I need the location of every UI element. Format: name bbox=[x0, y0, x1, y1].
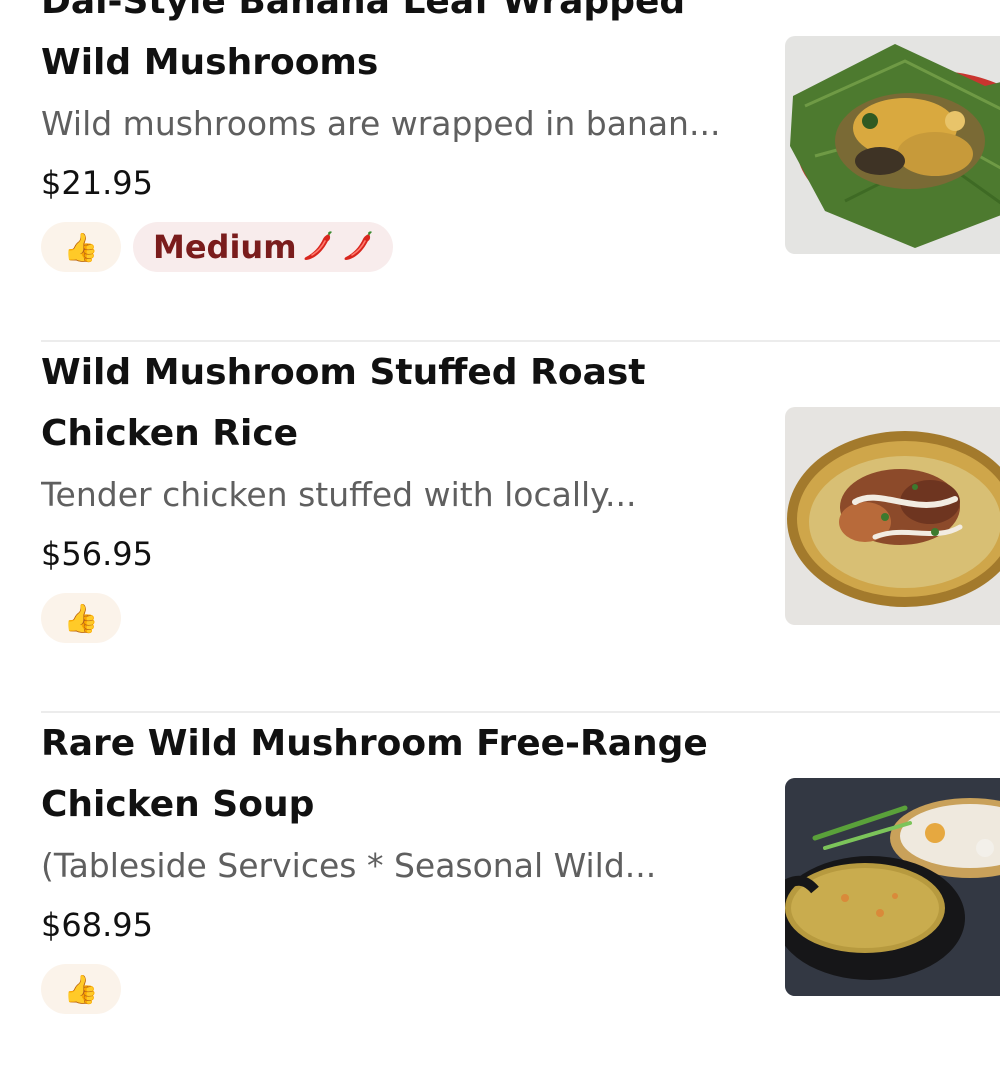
chili-pepper-icon bbox=[344, 231, 372, 260]
menu-item[interactable]: Dai-Style Banana Leaf Wrapped Wild Mushr… bbox=[0, 0, 1000, 342]
item-title: Dai-Style Banana Leaf Wrapped Wild Mushr… bbox=[41, 0, 686, 83]
item-price: $21.95 bbox=[41, 164, 153, 202]
recommended-badge: 👍 bbox=[41, 964, 121, 1014]
badge-row: 👍 Medium bbox=[41, 222, 741, 272]
item-price: $68.95 bbox=[41, 906, 153, 944]
spice-level-badge: Medium bbox=[133, 222, 393, 272]
item-photo[interactable] bbox=[785, 407, 1000, 625]
item-description: Wild mushrooms are wrapped in banan... bbox=[41, 104, 721, 143]
item-photo[interactable] bbox=[785, 778, 1000, 996]
badge-row: 👍 bbox=[41, 593, 741, 643]
recommended-badge: 👍 bbox=[41, 593, 121, 643]
thumbs-up-icon: 👍 bbox=[63, 972, 99, 1006]
menu-item[interactable]: Rare Wild Mushroom Free-Range Chicken So… bbox=[0, 713, 1000, 1084]
spice-level-label: Medium bbox=[153, 228, 297, 266]
item-description: Tender chicken stuffed with locally... bbox=[41, 475, 637, 514]
item-price: $56.95 bbox=[41, 535, 153, 573]
badge-row: 👍 bbox=[41, 964, 741, 1014]
menu-list: Dai-Style Banana Leaf Wrapped Wild Mushr… bbox=[0, 0, 1000, 1084]
menu-item[interactable]: Wild Mushroom Stuffed Roast Chicken Rice… bbox=[0, 342, 1000, 713]
item-title: Rare Wild Mushroom Free-Range Chicken So… bbox=[41, 723, 708, 825]
thumbs-up-icon: 👍 bbox=[63, 601, 99, 635]
item-text: Dai-Style Banana Leaf Wrapped Wild Mushr… bbox=[41, 0, 741, 272]
item-title: Wild Mushroom Stuffed Roast Chicken Rice bbox=[41, 352, 646, 454]
item-text: Wild Mushroom Stuffed Roast Chicken Rice… bbox=[41, 342, 741, 643]
item-description: (Tableside Services * Seasonal Wild... bbox=[41, 846, 657, 885]
thumbs-up-icon: 👍 bbox=[63, 230, 99, 264]
chili-pepper-icon bbox=[304, 231, 332, 260]
item-text: Rare Wild Mushroom Free-Range Chicken So… bbox=[41, 713, 741, 1014]
item-photo[interactable] bbox=[785, 36, 1000, 254]
recommended-badge: 👍 bbox=[41, 222, 121, 272]
